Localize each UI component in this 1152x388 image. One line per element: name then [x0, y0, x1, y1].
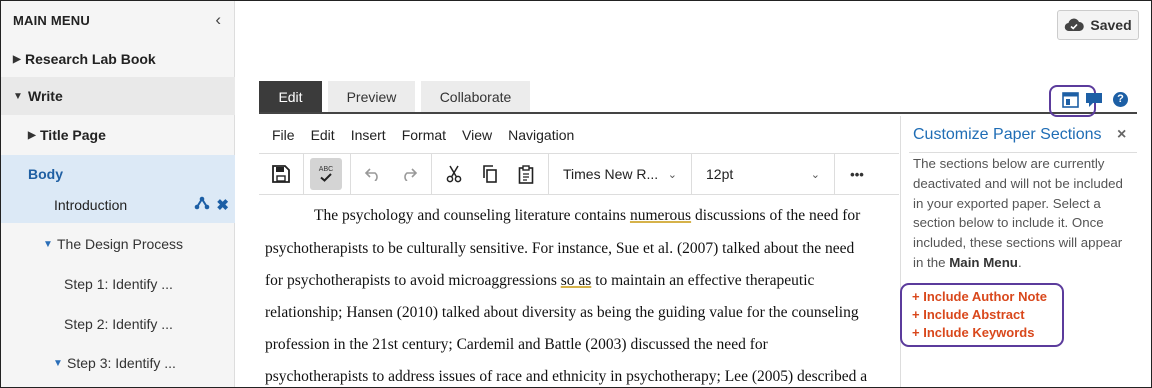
- document-line: relationship; Hansen (2010) talked about…: [265, 304, 859, 321]
- saved-status-button[interactable]: Saved: [1057, 10, 1139, 40]
- sidebar-item-label: The Design Process: [57, 236, 184, 252]
- font-family-select[interactable]: Times New R... ⌄: [553, 154, 687, 194]
- caret-down-icon: ▼: [43, 238, 53, 250]
- save-disk-icon[interactable]: [263, 158, 299, 190]
- collapse-chevron-icon[interactable]: ‹: [215, 10, 221, 30]
- document-line: for psychotherapists to avoid microaggre…: [265, 272, 815, 289]
- tab-collaborate[interactable]: Collaborate: [421, 81, 530, 113]
- toolbar-separator: [691, 154, 692, 194]
- include-abstract-link[interactable]: + Include Abstract: [912, 307, 1025, 322]
- customize-panel-title: Customize Paper Sections: [913, 126, 1102, 143]
- editor-tabs: Edit Preview Collaborate: [259, 81, 530, 113]
- more-options-icon[interactable]: •••: [839, 158, 875, 190]
- sidebar-item-label: Step 1: Identify ...: [64, 276, 173, 292]
- menu-format[interactable]: Format: [402, 127, 446, 143]
- chevron-down-icon: ⌄: [667, 168, 677, 181]
- sidebar-item-label: Write: [28, 88, 63, 104]
- sidebar-item-label: Step 3: Identify ...: [67, 355, 176, 371]
- sidebar-item-step-3[interactable]: ▼ Step 3: Identify ...: [1, 346, 235, 380]
- tab-divider: [259, 112, 1137, 114]
- document-line: psychotherapists to address issues of ra…: [265, 368, 868, 385]
- toolbar-separator: [548, 154, 549, 194]
- sidebar-item-write[interactable]: ▼ Write: [1, 77, 235, 115]
- editor-toolbar: ABC Times New R... ⌄ 12pt ⌄ •••: [259, 153, 899, 195]
- panel-divider: [909, 152, 1137, 153]
- paste-icon[interactable]: [508, 158, 544, 190]
- branch-icon[interactable]: [194, 196, 210, 214]
- toolbar-separator: [431, 154, 432, 194]
- main-menu-header: MAIN MENU ‹: [1, 1, 235, 39]
- redo-icon[interactable]: [391, 158, 427, 190]
- caret-right-icon: ▶: [13, 53, 21, 65]
- main-menu-sidebar: MAIN MENU ‹ ▶ Research Lab Book ▼ Write …: [1, 1, 235, 387]
- customize-description: The sections below are currently deactiv…: [913, 156, 1123, 270]
- saved-label: Saved: [1090, 17, 1132, 33]
- document-editor[interactable]: The psychology and counseling literature…: [259, 197, 899, 387]
- layout-panel-icon[interactable]: [1062, 92, 1079, 113]
- introduction-actions: ✖: [194, 196, 229, 214]
- comment-icon[interactable]: [1085, 92, 1103, 114]
- remove-x-icon[interactable]: ✖: [216, 196, 229, 214]
- sidebar-item-step-1[interactable]: Step 1: Identify ...: [1, 267, 235, 301]
- spellcheck-label: ABC: [318, 166, 334, 173]
- menu-file[interactable]: File: [272, 127, 295, 143]
- close-icon[interactable]: ×: [1117, 126, 1126, 144]
- toolbar-separator: [303, 154, 304, 194]
- sidebar-item-label: Introduction: [54, 197, 128, 213]
- menu-edit[interactable]: Edit: [311, 127, 335, 143]
- sidebar-item-body[interactable]: Body: [1, 161, 235, 187]
- chevron-down-icon: ⌄: [810, 168, 820, 181]
- spellcheck-button[interactable]: ABC: [310, 158, 342, 190]
- font-size-value: 12pt: [706, 166, 734, 182]
- font-family-value: Times New R...: [563, 166, 659, 182]
- tab-preview[interactable]: Preview: [328, 81, 415, 113]
- caret-down-icon: ▼: [53, 357, 63, 369]
- customize-sections-panel: Customize Paper Sections × The sections …: [900, 116, 1143, 387]
- sidebar-item-label: Body: [28, 166, 63, 182]
- menu-insert[interactable]: Insert: [351, 127, 386, 143]
- sidebar-item-label: Research Lab Book: [25, 51, 156, 67]
- undo-icon[interactable]: [355, 158, 391, 190]
- cloud-check-icon: [1065, 18, 1085, 32]
- sidebar-item-research-lab-book[interactable]: ▶ Research Lab Book: [1, 41, 235, 77]
- font-size-select[interactable]: 12pt ⌄: [696, 154, 830, 194]
- menu-navigation[interactable]: Navigation: [508, 127, 574, 143]
- include-keywords-link[interactable]: + Include Keywords: [912, 325, 1034, 340]
- document-line: The psychology and counseling literature…: [314, 207, 861, 224]
- editor-menubar: File Edit Insert Format View Navigation: [259, 119, 899, 151]
- app-frame: MAIN MENU ‹ ▶ Research Lab Book ▼ Write …: [0, 0, 1152, 388]
- include-author-note-link[interactable]: + Include Author Note: [912, 289, 1047, 304]
- menu-view[interactable]: View: [462, 127, 492, 143]
- sidebar-item-label: Title Page: [40, 127, 106, 143]
- sidebar-item-introduction[interactable]: Introduction ✖: [1, 187, 235, 223]
- caret-down-icon: ▼: [13, 90, 23, 102]
- help-icon[interactable]: ?: [1113, 92, 1128, 107]
- sidebar-item-step-2[interactable]: Step 2: Identify ...: [1, 307, 235, 341]
- document-line: psychotherapists to be culturally sensit…: [265, 240, 855, 257]
- tab-edit[interactable]: Edit: [259, 81, 322, 113]
- document-line: profession in the 21st century; Cardemil…: [265, 336, 768, 353]
- toolbar-separator: [350, 154, 351, 194]
- main-menu-title: MAIN MENU: [13, 12, 90, 28]
- toolbar-separator: [834, 154, 835, 194]
- caret-right-icon: ▶: [28, 129, 36, 141]
- sidebar-item-label: Step 2: Identify ...: [64, 316, 173, 332]
- cut-icon[interactable]: [436, 158, 472, 190]
- check-icon: [320, 173, 332, 182]
- copy-icon[interactable]: [472, 158, 508, 190]
- sidebar-item-title-page[interactable]: ▶ Title Page: [1, 115, 235, 155]
- sidebar-item-design-process[interactable]: ▼ The Design Process: [1, 227, 235, 261]
